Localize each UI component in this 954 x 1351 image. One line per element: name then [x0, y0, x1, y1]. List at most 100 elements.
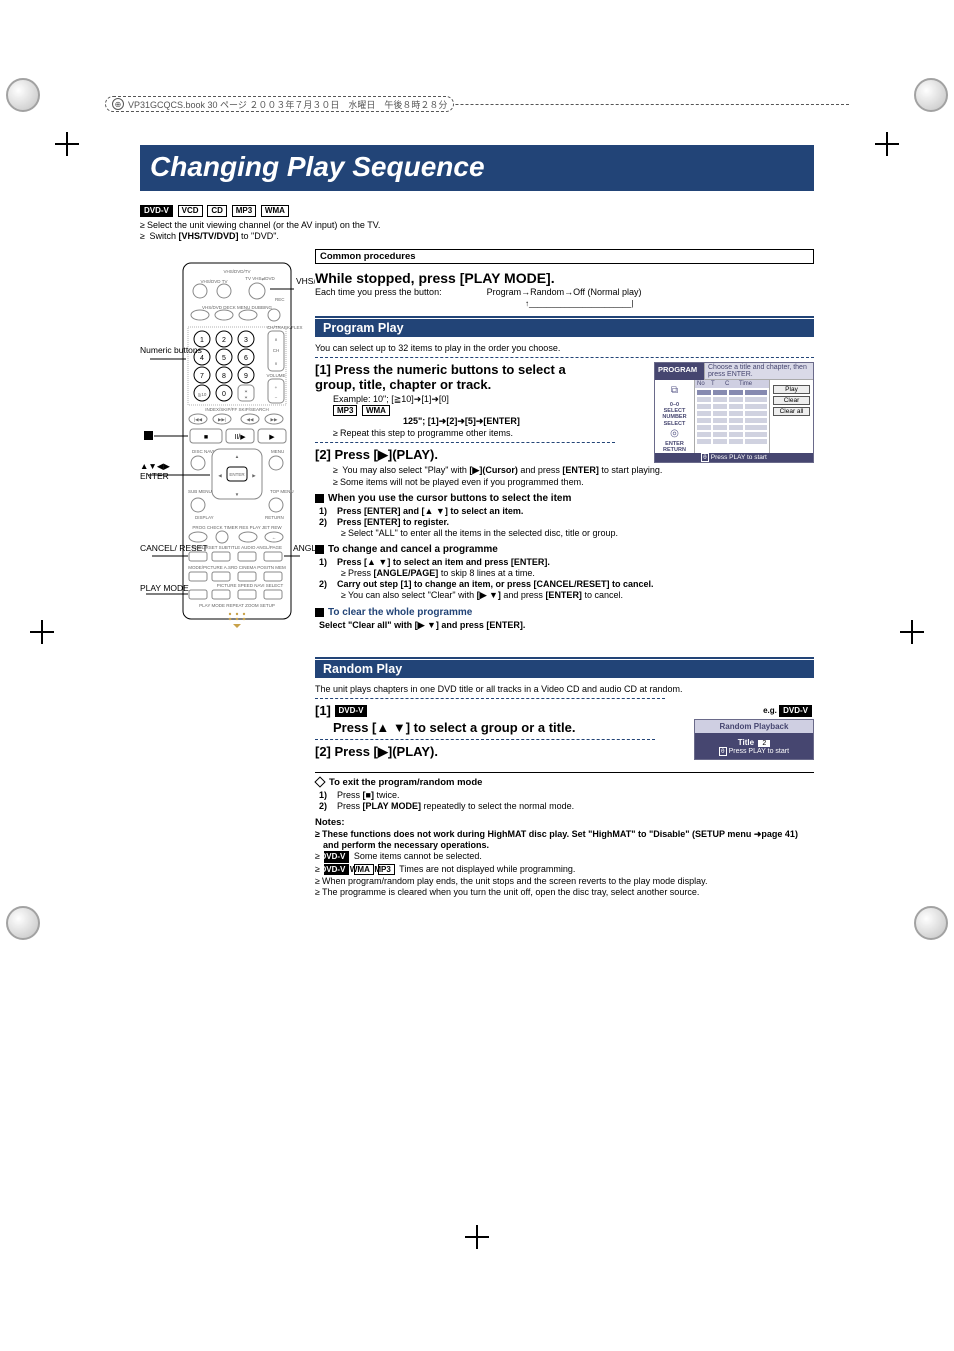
program-screen-figure: PROGRAM Choose a title and chapter, then… [654, 362, 814, 463]
black-square-icon [315, 494, 324, 503]
cycle-bracket: ↑_______________________| [315, 299, 814, 308]
svg-text:2: 2 [222, 337, 226, 344]
tag-vcd: VCD [178, 205, 203, 217]
note-d: When program/random play ends, the unit … [315, 876, 814, 886]
page-title: Changing Play Sequence [140, 145, 814, 191]
common-procedures-box: Common procedures [315, 249, 814, 264]
top-note-1: Select the unit viewing channel (or the … [140, 220, 814, 230]
hrule [315, 772, 814, 773]
book-meta-icon: ⊕ [112, 98, 124, 110]
svg-text:▶▶: ▶▶ [271, 417, 278, 422]
program-play-heading: Program Play [315, 316, 814, 337]
svg-text:PLAY MODE REPEAT ZOOM SET: PLAY MODE REPEAT ZOOM SETUP [199, 603, 275, 608]
top-note-2: Switch [VHS/TV/DVD] to "DVD". [140, 231, 814, 241]
tag-wma: WMA [261, 205, 289, 217]
svg-text:PICTURE SPEED NAVI SELECT: PICTURE SPEED NAVI SELECT [217, 583, 284, 588]
svg-text:✶: ✶ [244, 389, 248, 394]
svg-text:6: 6 [244, 355, 248, 362]
change-steps: 1)Press [▲ ▼] to select an item and pres… [315, 557, 814, 601]
svg-text:VHS/DVD TV: VHS/DVD TV [201, 279, 228, 284]
svg-text:✶: ✶ [244, 395, 248, 400]
random-intro: The unit plays chapters in one DVD title… [315, 684, 814, 694]
tag-mp3: MP3 [232, 205, 256, 217]
black-square-icon [315, 545, 324, 554]
main-body: Common procedures While stopped, press [… [315, 249, 814, 899]
note-c-tag-wma: WMA [354, 864, 374, 876]
program-play-intro: You can select up to 32 items to play in… [315, 343, 814, 353]
svg-text:ANGLE/ PAGE: ANGLE/ PAGE [293, 543, 315, 553]
random-screen-figure: e.g. DVD-V Random Playback Title 2 Press… [694, 705, 814, 760]
svg-text:TOP MENU: TOP MENU [270, 489, 294, 494]
svg-text:9: 9 [244, 373, 248, 380]
tag-dvdv: DVD-V [140, 205, 173, 217]
exit-mode-head: To exit the program/random mode [315, 777, 814, 788]
page-content: Changing Play Sequence DVD-V VCD CD MP3 … [0, 0, 954, 1018]
svg-text:MENU: MENU [271, 449, 284, 454]
note-b-tag: DVD-V [324, 851, 349, 863]
svg-text:PROG CHECK TIMER RES PLAY: PROG CHECK TIMER RES PLAY JET REW [192, 525, 282, 530]
random-fig-head: Random Playback [695, 720, 813, 733]
svg-text:▲▼◀▶: ▲▼◀▶ [140, 461, 170, 471]
black-square-icon [315, 608, 324, 617]
svg-text:4: 4 [200, 355, 204, 362]
svg-text:MODE/PICTURE A.SRD CINEMA: MODE/PICTURE A.SRD CINEMA POSITN MEM [188, 565, 286, 570]
random-fig-foot: Press PLAY to start [698, 748, 810, 755]
svg-text:Numeric buttons: Numeric buttons [140, 345, 202, 355]
svg-text:1: 1 [200, 337, 204, 344]
svg-text:|◀◀: |◀◀ [194, 417, 203, 422]
svg-text:3: 3 [244, 337, 248, 344]
common-procedures-label: Common procedures [320, 250, 809, 263]
cursor-steps: 1)Press [ENTER] and [▲ ▼] to select an i… [315, 506, 814, 538]
svg-text:8: 8 [222, 373, 226, 380]
svg-text:←: ← [272, 535, 277, 540]
step1-tag-wma: WMA [362, 405, 390, 417]
remote-illustration: VHS/DVD/TV VHS/DVD TV TV VHS⇌DVD VHS/ TV… [140, 249, 315, 629]
book-meta-bar: ⊕ VP31GCQCS.book 30 ページ ２００３年７月３０日 水曜日 午… [105, 96, 849, 112]
svg-text:+: + [275, 385, 278, 390]
svg-text:CH: CH [273, 348, 280, 353]
random-step1-tag: DVD-V [335, 705, 368, 717]
program-fig-btn-clearall: Clear all [773, 407, 810, 416]
note-b: DVD-V Some items cannot be selected. [315, 851, 814, 863]
svg-text:5: 5 [222, 355, 226, 362]
step1-title: [1] Press the numeric buttons to select … [315, 362, 605, 392]
program-fig-btn-play: Play [773, 385, 810, 394]
remote-svg: VHS/DVD/TV VHS/DVD TV TV VHS⇌DVD VHS/ TV… [140, 249, 315, 629]
clear-line: Select "Clear all" with [▶ ▼] and press … [315, 620, 814, 631]
svg-text:SUB MENU: SUB MENU [188, 489, 212, 494]
note-e: The programme is cleared when you turn t… [315, 887, 814, 897]
note-c-tag-mp3: MP3 [378, 864, 394, 876]
dashed-sep-4 [315, 739, 655, 740]
program-fig-left: ⧉ 0–0 SELECT NUMBER SELECT ◎ ENTER RETUR… [655, 380, 695, 453]
svg-text:ENTER: ENTER [140, 471, 169, 481]
svg-text:−: − [275, 395, 278, 400]
exit-steps: 1)Press [■] twice. 2)Press [PLAY MODE] r… [315, 790, 814, 811]
svg-text:VHS/ TV/ DVD: VHS/ TV/ DVD [296, 276, 315, 286]
program-fig-footer: Press PLAY to start [655, 453, 813, 462]
program-fig-table: No T C Time [695, 380, 769, 453]
svg-text:INDEX/SKIP/FF: INDEX/SKIP/FF SKIP/SEARCH [205, 407, 269, 412]
while-stopped-title: While stopped, press [PLAY MODE]. [315, 270, 814, 286]
note-c-tag-dvdv: DVD-V [324, 864, 349, 876]
random-eg-tag: DVD-V [779, 705, 812, 717]
svg-text:CH/TRACK/FLEX: CH/TRACK/FLEX [267, 325, 303, 330]
svg-text:RETURN: RETURN [265, 515, 284, 520]
dashed-sep-3 [315, 698, 665, 699]
program-fig-buttons: Play Clear Clear all [769, 380, 813, 453]
step1-tag-mp3: MP3 [333, 405, 357, 417]
svg-text:VHS/DVD DECK MENU DUBBING: VHS/DVD DECK MENU DUBBING [202, 305, 273, 310]
svg-text:7: 7 [200, 373, 204, 380]
clear-subhead: To clear the whole programme [315, 607, 814, 618]
note-a: These functions does not work during Hig… [315, 829, 814, 850]
svg-text:▶: ▶ [252, 473, 256, 478]
svg-text:▶▶|: ▶▶| [218, 417, 226, 422]
svg-text:VOLUME: VOLUME [266, 373, 285, 378]
cycle-line: Each time you press the button: Program→… [315, 287, 814, 297]
svg-text:TV VHS⇌DVD: TV VHS⇌DVD [245, 276, 275, 281]
svg-text:II/▶: II/▶ [234, 434, 246, 441]
diamond-icon [314, 777, 325, 788]
svg-text:0: 0 [222, 391, 226, 398]
svg-text:▶: ▶ [269, 434, 275, 441]
svg-text:VHS/DVD/TV: VHS/DVD/TV [223, 269, 250, 274]
note-c: DVD-V WMA MP3 Times are not displayed wh… [315, 864, 814, 876]
